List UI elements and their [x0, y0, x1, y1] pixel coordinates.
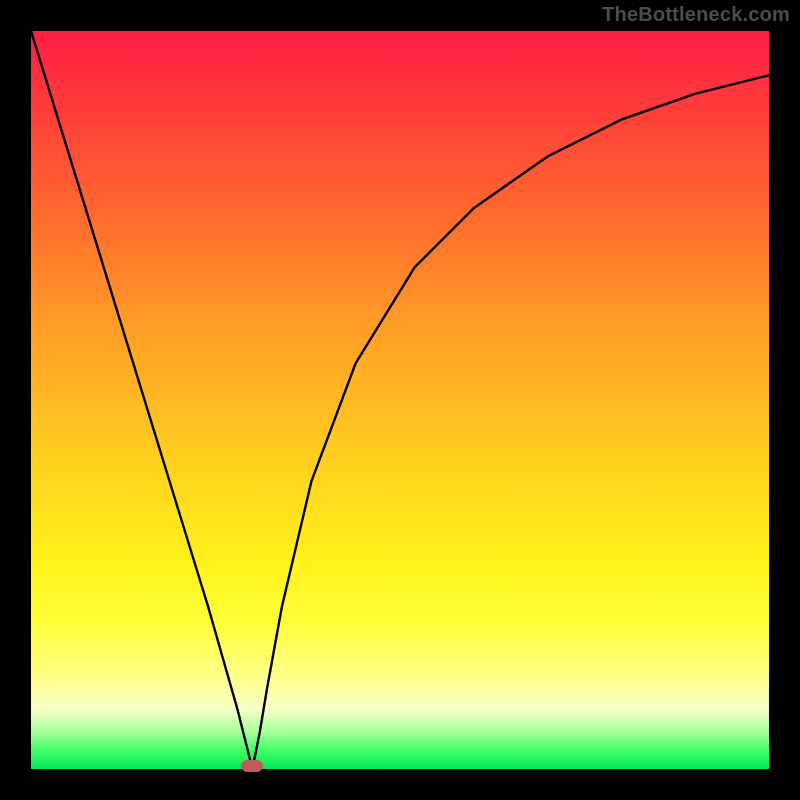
curve-path	[31, 31, 769, 769]
optimal-point-marker	[241, 760, 263, 772]
watermark-text: TheBottleneck.com	[602, 4, 790, 27]
chart-frame: TheBottleneck.com	[0, 0, 800, 800]
bottleneck-curve	[31, 31, 769, 769]
plot-area	[31, 31, 769, 769]
